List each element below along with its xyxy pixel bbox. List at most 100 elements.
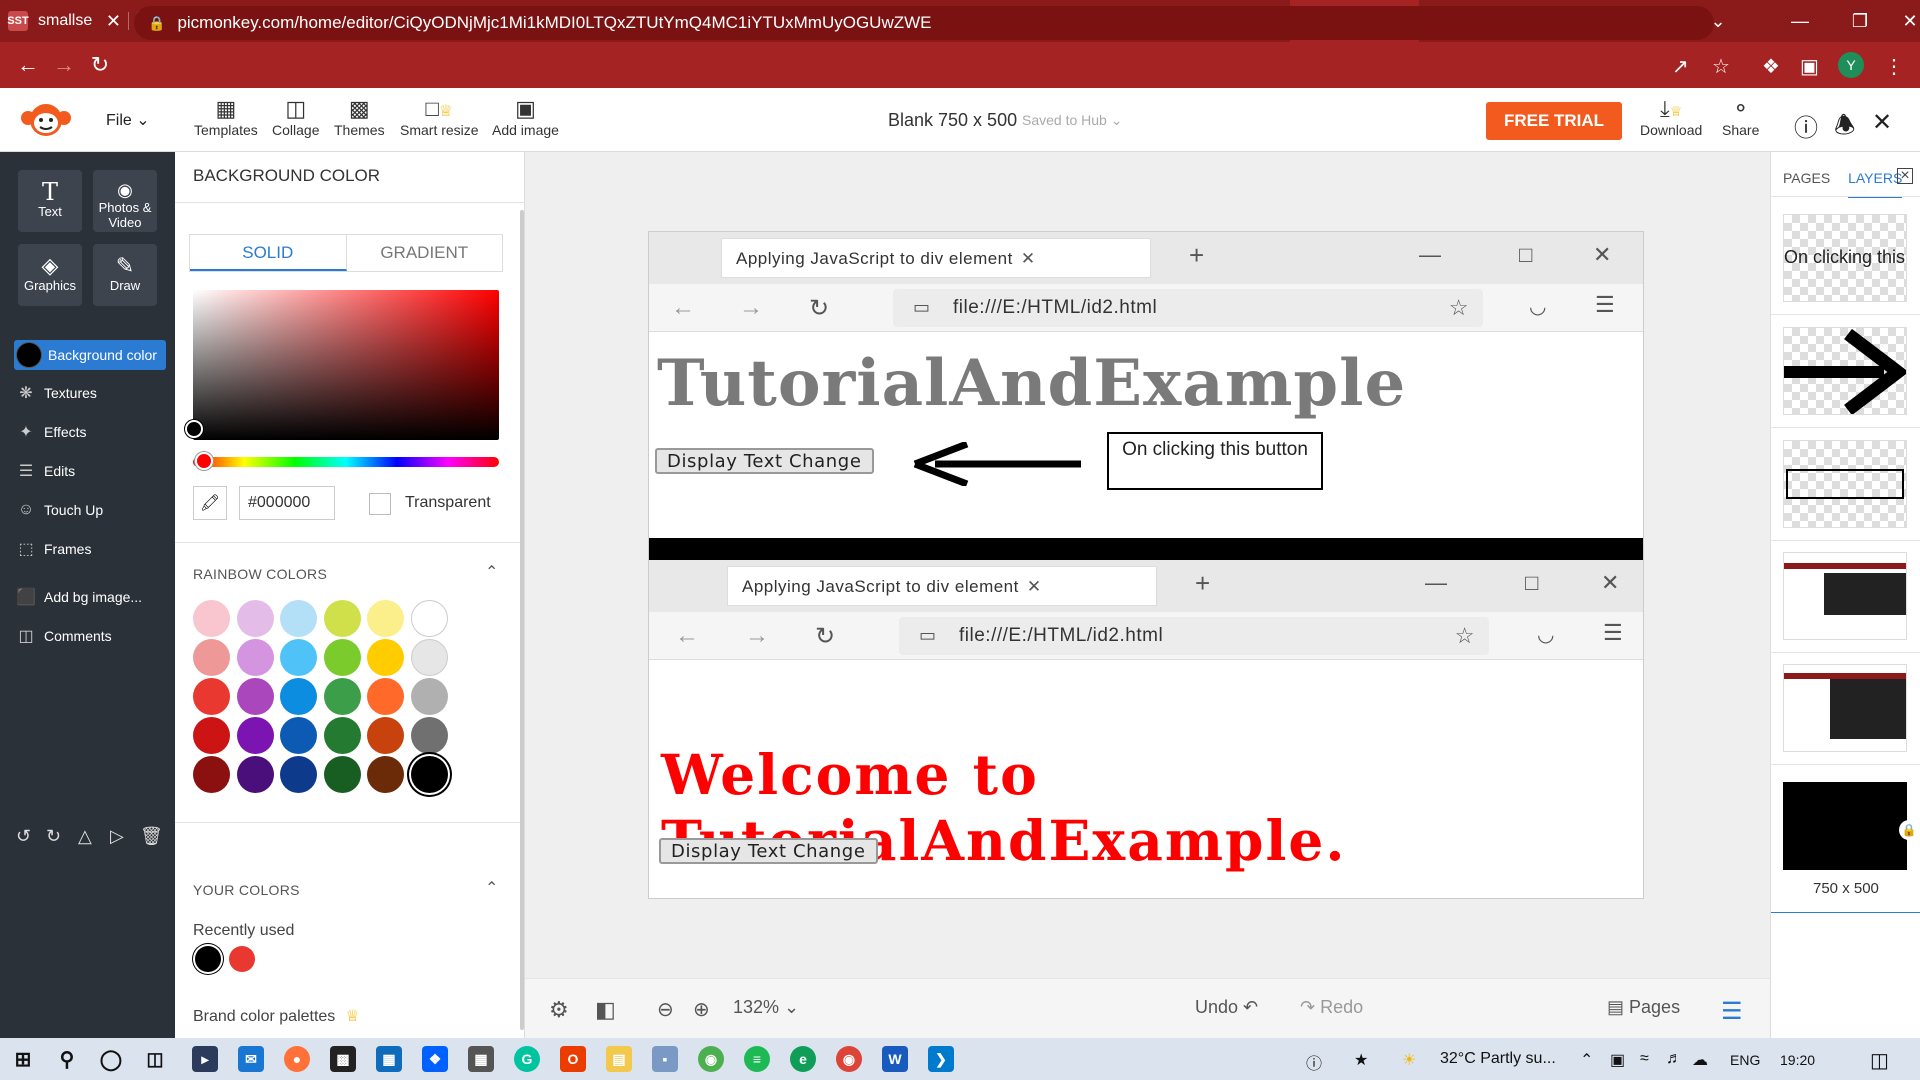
color-swatch[interactable]: [323, 678, 361, 715]
profile-avatar[interactable]: Y: [1838, 52, 1864, 78]
chevron-up-icon[interactable]: ⌃: [1580, 1050, 1593, 1070]
cloud-icon[interactable]: ☁: [1692, 1050, 1708, 1070]
layer-thumb-arrow[interactable]: [1783, 327, 1907, 415]
color-swatch[interactable]: [280, 756, 317, 793]
app-icon[interactable]: ▸: [192, 1046, 218, 1072]
reload-icon[interactable]: ↻: [82, 52, 118, 78]
text-tool-button[interactable]: T Text: [18, 170, 82, 232]
minimize-button[interactable]: —: [1770, 0, 1830, 42]
free-trial-button[interactable]: FREE TRIAL: [1486, 102, 1622, 140]
windows-start-icon[interactable]: ⊞: [10, 1046, 36, 1072]
graphics-tool-button[interactable]: ◈ Graphics: [18, 244, 82, 306]
tab-solid[interactable]: SOLID: [190, 235, 347, 271]
sidebar-item-touch-up[interactable]: ☺ Touch Up: [14, 495, 166, 525]
sidebar-item-edits[interactable]: ☰ Edits: [14, 456, 166, 486]
draw-tool-button[interactable]: ✎ Draw: [93, 244, 157, 306]
color-swatch[interactable]: [367, 756, 404, 793]
file-explorer-icon[interactable]: ▤: [606, 1046, 632, 1072]
share-button[interactable]: ⚬ Share: [1722, 96, 1759, 138]
edge-icon[interactable]: e: [790, 1046, 816, 1072]
layer-thumb-screenshot-2[interactable]: [1783, 664, 1907, 752]
color-swatch[interactable]: [367, 678, 404, 715]
clock[interactable]: 19:20: [1780, 1052, 1815, 1068]
color-swatch[interactable]: [236, 678, 274, 715]
tab-close-icon[interactable]: ✕: [106, 11, 121, 32]
pages-button[interactable]: ▤ Pages: [1607, 997, 1680, 1018]
layer-thumb-screenshot-1[interactable]: [1783, 552, 1907, 640]
share-page-icon[interactable]: ↗: [1672, 54, 1689, 79]
vscode-icon[interactable]: ❯: [928, 1046, 954, 1072]
compare-icon[interactable]: ◧: [595, 997, 616, 1023]
cortana-icon[interactable]: ◯: [98, 1046, 124, 1072]
search-icon[interactable]: ⚲: [54, 1046, 80, 1072]
undo-icon[interactable]: ↺: [16, 826, 31, 847]
terminal-icon[interactable]: ▩: [330, 1046, 356, 1072]
smart-resize-button[interactable]: □♕ Smart resize: [400, 96, 479, 138]
battery-icon[interactable]: ▣: [1610, 1050, 1625, 1070]
color-swatch[interactable]: [193, 756, 230, 793]
layer-thumb-text[interactable]: On clicking this: [1783, 214, 1907, 302]
color-swatch[interactable]: [410, 639, 448, 676]
redo-icon[interactable]: ↻: [46, 826, 61, 847]
zoom-level[interactable]: 132% ⌄: [733, 997, 799, 1018]
picmonkey-logo[interactable]: [18, 100, 74, 140]
url-input[interactable]: 🔒 picmonkey.com/home/editor/CiQyODNjMjc1…: [134, 6, 1714, 40]
templates-button[interactable]: ▦ Templates: [194, 96, 258, 138]
browser-tab[interactable]: SST smallse ✕: [0, 0, 129, 42]
notifications-bell-icon[interactable]: 🕭: [1834, 108, 1855, 149]
zoom-in-icon[interactable]: ⊕: [693, 997, 710, 1022]
layer-thumb-rectangle[interactable]: [1783, 440, 1907, 528]
color-swatch[interactable]: [323, 717, 361, 754]
color-swatch[interactable]: [367, 717, 404, 754]
color-swatch[interactable]: [323, 756, 361, 793]
language-indicator[interactable]: ENG: [1730, 1052, 1760, 1068]
hue-slider[interactable]: [193, 457, 499, 467]
color-swatch[interactable]: [193, 678, 230, 715]
mail-icon[interactable]: ✉: [238, 1046, 264, 1072]
color-swatch[interactable]: [193, 717, 230, 754]
grammarly-icon[interactable]: G: [514, 1046, 540, 1072]
sidebar-item-comments[interactable]: ◫ Comments: [14, 621, 166, 651]
tab-layers[interactable]: LAYERS: [1848, 170, 1903, 198]
send-icon[interactable]: ▷: [110, 826, 124, 847]
weather-text[interactable]: 32°C Partly su...: [1440, 1050, 1556, 1068]
firefox-icon[interactable]: ●: [284, 1046, 310, 1072]
brand-palettes-link[interactable]: Brand color palettes ♕: [193, 1006, 360, 1026]
artboard[interactable]: Applying JavaScript to div element ✕ + — …: [649, 232, 1643, 898]
redo-button[interactable]: ↷ Redo: [1300, 997, 1363, 1018]
bookmark-star-icon[interactable]: ☆: [1712, 54, 1730, 79]
delete-icon[interactable]: 🗑: [140, 826, 163, 847]
collage-button[interactable]: ◫ Collage: [272, 96, 319, 138]
chrome-icon[interactable]: ◉: [836, 1046, 862, 1072]
sidebar-item-textures[interactable]: ❋ Textures: [14, 378, 166, 408]
help-tray-icon[interactable]: ⓘ: [1306, 1050, 1322, 1074]
color-swatch[interactable]: [236, 639, 274, 676]
file-menu[interactable]: File ⌄: [106, 110, 150, 130]
color-swatch[interactable]: [410, 756, 448, 793]
dropbox-icon[interactable]: ❖: [422, 1046, 448, 1072]
sidebar-item-background-color[interactable]: Background color: [14, 340, 166, 370]
color-swatch[interactable]: [280, 639, 317, 676]
chrome-icon[interactable]: ◉: [698, 1046, 724, 1072]
people-icon[interactable]: ★: [1354, 1050, 1368, 1070]
color-swatch[interactable]: [410, 717, 448, 754]
wifi-icon[interactable]: ≈: [1640, 1050, 1649, 1068]
close-window-button[interactable]: ✕: [1880, 0, 1920, 42]
store-icon[interactable]: ▦: [376, 1046, 402, 1072]
chevron-up-icon[interactable]: ⌃: [485, 562, 498, 582]
panel-scrollbar[interactable]: [520, 210, 524, 1030]
settings-gear-icon[interactable]: ⚙: [549, 997, 569, 1023]
notification-center-icon[interactable]: ◫: [1870, 1048, 1889, 1073]
color-swatch[interactable]: [280, 717, 317, 754]
color-swatch[interactable]: [236, 600, 274, 637]
extensions-icon[interactable]: ❖: [1762, 54, 1780, 79]
word-icon[interactable]: W: [882, 1046, 908, 1072]
add-image-button[interactable]: ▣ Add image: [492, 96, 559, 138]
chevron-up-icon[interactable]: ⌃: [485, 878, 498, 898]
weather-icon[interactable]: ☀: [1402, 1050, 1416, 1070]
photos-video-button[interactable]: ◉ Photos & Video: [93, 170, 157, 232]
hue-slider-handle[interactable]: [195, 452, 213, 470]
lock-icon[interactable]: 🔒: [1899, 820, 1919, 840]
undo-button[interactable]: Undo ↶: [1195, 997, 1258, 1018]
layer-thumb-background[interactable]: [1783, 782, 1907, 870]
